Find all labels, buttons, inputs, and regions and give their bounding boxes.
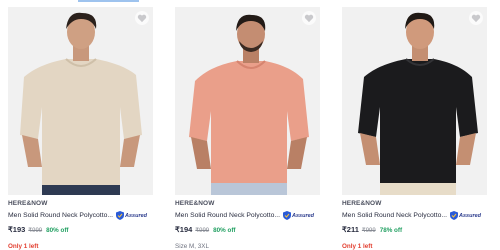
product-discount: 78% off [379,227,403,234]
product-title[interactable]: Men Solid Round Neck Polycotto... [342,212,447,219]
product-price: ₹211 [342,225,359,234]
assured-label: Assured [125,212,148,219]
shield-check-icon [450,211,459,220]
top-border-accent [78,0,139,2]
wishlist-heart-icon[interactable] [302,11,316,25]
product-image[interactable] [342,7,487,195]
assured-badge: Assured [283,211,314,220]
product-brand: HERE&NOW [342,200,382,207]
product-title[interactable]: Men Solid Round Neck Polycotto... [8,212,113,219]
shield-check-icon [283,211,292,220]
product-title[interactable]: Men Solid Round Neck Polycotto... [175,212,280,219]
assured-label: Assured [459,212,482,219]
assured-badge: Assured [116,211,147,220]
product-mrp: ₹999 [28,228,43,234]
product-brand: HERE&NOW [175,200,215,207]
shield-check-icon [116,211,125,220]
product-mrp: ₹999 [361,228,376,234]
product-image[interactable] [175,7,320,195]
product-discount: 80% off [46,227,69,234]
product-card[interactable]: HERE&NOW Men Solid Round Neck Polycotto.… [342,7,487,250]
product-discount: 80% off [213,227,236,234]
product-price: ₹193 [8,225,26,234]
product-card[interactable]: HERE&NOW Men Solid Round Neck Polycotto.… [175,7,320,250]
product-image[interactable] [8,7,153,195]
product-brand: HERE&NOW [8,200,48,207]
wishlist-heart-icon[interactable] [469,11,483,25]
wishlist-heart-icon[interactable] [135,11,149,25]
assured-label: Assured [292,212,315,219]
product-mrp: ₹999 [195,228,210,234]
product-card[interactable]: HERE&NOW Men Solid Round Neck Polycotto.… [8,7,153,250]
assured-badge: Assured [450,211,481,220]
product-price: ₹194 [175,225,193,234]
